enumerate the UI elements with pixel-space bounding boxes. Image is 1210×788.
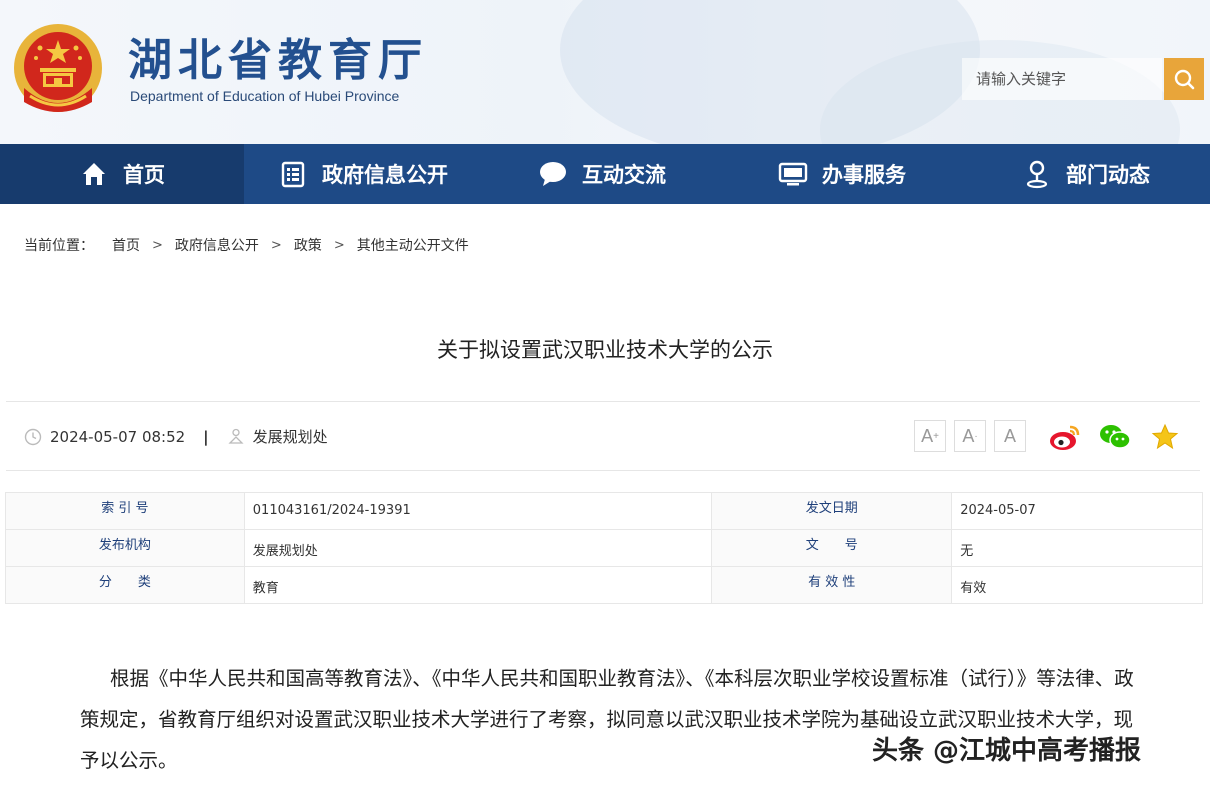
watermark-text: 头条 @江城中高考播报 [872, 736, 1142, 766]
breadcrumb: 当前位置： 首页 > 政府信息公开 > 政策 > 其他主动公开文件 [24, 235, 469, 255]
article-meta-bar: 2024-05-07 08:52 | 发展规划处 A + A · A [6, 401, 1200, 471]
main-nav: 首页 政府信息公开 互动交流 办事服务 部门动态 [0, 144, 1210, 204]
source-org-icon [228, 428, 244, 444]
nav-item-label: 首页 [123, 163, 165, 187]
breadcrumb-separator: > [152, 237, 163, 253]
nav-item-interaction[interactable]: 互动交流 [482, 144, 722, 204]
monitor-icon [778, 159, 808, 189]
nav-item-gov-info[interactable]: 政府信息公开 [244, 144, 482, 204]
search-input[interactable] [962, 58, 1162, 100]
issue-date-value: 2024-05-07 [951, 492, 1203, 530]
favorite-star-icon[interactable] [1148, 420, 1182, 454]
weibo-icon[interactable] [1048, 420, 1082, 454]
doc-number-value: 无 [951, 529, 1203, 567]
font-reset-button[interactable]: A · [954, 420, 986, 452]
font-decrease-button[interactable]: A [994, 420, 1026, 452]
nav-item-label: 互动交流 [582, 163, 666, 187]
breadcrumb-item-home[interactable]: 首页 [112, 235, 140, 255]
publisher-value: 发展规划处 [243, 529, 713, 567]
category-value: 教育 [243, 566, 713, 604]
table-row: 索 引 号 011043161/2024-19391 发文日期 2024-05-… [5, 492, 1203, 530]
breadcrumb-separator: > [333, 237, 345, 253]
share-buttons [1048, 420, 1182, 454]
person-pin-icon [1022, 159, 1052, 189]
search-icon [1174, 69, 1195, 90]
article-meta: 2024-05-07 08:52 | 发展规划处 [24, 426, 328, 447]
breadcrumb-label: 当前位置： [24, 238, 94, 254]
validity-label: 有 效 性 [711, 566, 953, 604]
validity-value: 有效 [951, 566, 1203, 604]
site-title: 湖北省教育厅 [128, 35, 428, 86]
issue-date-label: 发文日期 [711, 492, 953, 530]
nav-item-services[interactable]: 办事服务 [722, 144, 962, 204]
table-row: 分 类 教育 有 效 性 有效 [5, 566, 1203, 604]
search-box [962, 58, 1204, 100]
wechat-icon[interactable] [1098, 420, 1132, 454]
nav-item-dept-news[interactable]: 部门动态 [962, 144, 1210, 204]
chat-bubble-icon [538, 159, 568, 189]
publish-datetime: 2024-05-07 08:52 [50, 427, 186, 446]
breadcrumb-item-gov-info[interactable]: 政府信息公开 [175, 235, 259, 255]
doc-number-label: 文 号 [711, 529, 953, 567]
breadcrumb-item-other-docs[interactable]: 其他主动公开文件 [357, 235, 469, 255]
article-title: 关于拟设置武汉职业技术大学的公示 [437, 338, 773, 362]
nav-item-label: 办事服务 [822, 163, 906, 187]
search-button[interactable] [1164, 58, 1204, 100]
publisher-label: 发布机构 [5, 529, 245, 567]
clock-icon [24, 428, 42, 445]
index-number-label: 索 引 号 [5, 492, 245, 530]
table-row: 发布机构 发展规划处 文 号 无 [5, 529, 1203, 567]
home-icon [79, 159, 109, 189]
site-header: 湖北省教育厅 Department of Education of Hubei … [0, 0, 1210, 144]
breadcrumb-item-policy[interactable]: 政策 [294, 235, 322, 255]
document-list-icon [278, 159, 308, 189]
nav-item-label: 政府信息公开 [322, 163, 448, 187]
breadcrumb-separator: > [270, 237, 282, 253]
document-info-table: 索 引 号 011043161/2024-19391 发文日期 2024-05-… [5, 492, 1203, 604]
nav-item-label: 部门动态 [1066, 163, 1150, 187]
category-label: 分 类 [5, 566, 245, 604]
meta-divider: | [203, 427, 209, 446]
font-increase-button[interactable]: A + [914, 420, 946, 452]
site-subtitle: Department of Education of Hubei Provinc… [130, 88, 400, 104]
national-emblem-logo[interactable] [10, 18, 106, 122]
publish-source: 发展规划处 [252, 428, 328, 446]
index-number-value: 011043161/2024-19391 [243, 492, 713, 530]
font-size-controls: A + A · A [914, 420, 1026, 452]
nav-item-home[interactable]: 首页 [0, 144, 244, 204]
